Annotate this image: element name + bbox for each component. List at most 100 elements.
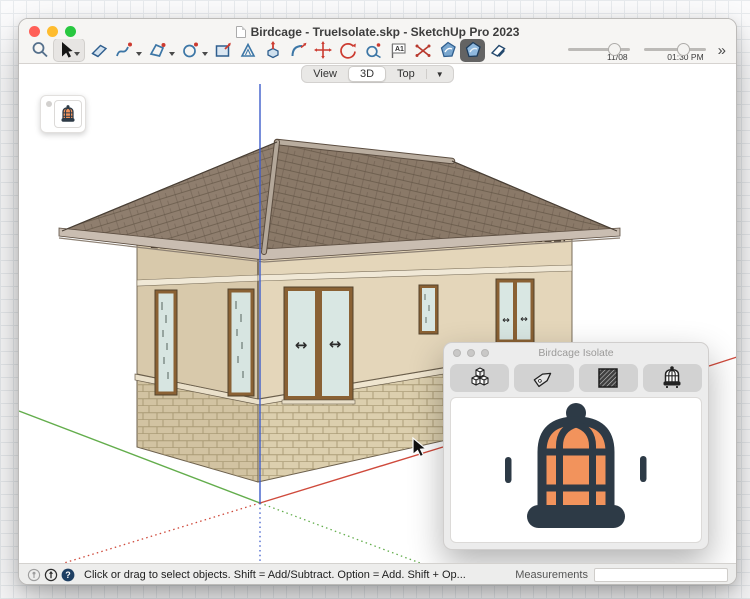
toolbar-right: 11/08 01:30 PM » [554, 39, 728, 62]
scene-tabs-bar: View 3D Top ▼ [19, 64, 736, 84]
panel-minimize-button[interactable] [467, 349, 475, 357]
birdcage-button-icon [659, 365, 685, 391]
paint-tool-button[interactable] [435, 39, 460, 62]
app-window: Birdcage - TrueIsolate.skp - SketchUp Pr… [18, 18, 737, 585]
close-button[interactable] [29, 26, 40, 37]
time-slider-knob[interactable] [677, 43, 690, 56]
move-icon [313, 40, 333, 60]
window-title: Birdcage - TrueIsolate.skp - SketchUp Pr… [251, 25, 520, 39]
components-button[interactable] [450, 364, 509, 392]
tab-dropdown[interactable]: ▼ [427, 66, 453, 82]
instructor-button[interactable] [44, 568, 58, 582]
window-title-row: Birdcage - TrueIsolate.skp - SketchUp Pr… [236, 25, 520, 39]
materials-button[interactable] [579, 364, 638, 392]
toolbar: A1 11/08 01:30 PM » [19, 39, 736, 64]
follow-me-tool-button[interactable] [285, 39, 310, 62]
document-icon [236, 26, 246, 38]
toolbar-overflow-button[interactable]: » [718, 42, 726, 59]
help-button[interactable]: ? [61, 568, 75, 582]
svg-text:↔: ↔ [329, 335, 342, 353]
panel-zoom-button[interactable] [481, 349, 489, 357]
panel-window-controls [453, 349, 489, 357]
tag-icon [531, 366, 557, 390]
search-icon [30, 40, 50, 60]
panel-button-row [444, 363, 708, 392]
push-pull-icon [263, 40, 283, 60]
scene-tabs: View 3D Top ▼ [301, 65, 453, 83]
geolocation-button[interactable] [27, 568, 41, 582]
zoom-button[interactable] [65, 26, 76, 37]
mini-toolbar-handle[interactable] [44, 99, 54, 129]
freehand-dropdown-caret[interactable] [136, 52, 142, 56]
rectangle-icon [213, 40, 233, 60]
eraser-tool-button[interactable] [86, 39, 111, 62]
tab-top[interactable]: Top [386, 66, 426, 82]
true-isolate-tool-button[interactable] [460, 39, 485, 62]
select-arrow-icon [56, 40, 74, 60]
offset-icon [238, 40, 258, 60]
circle-icon [180, 40, 200, 60]
mini-toolbar-dot [46, 101, 52, 107]
freehand-tool-button[interactable] [111, 39, 136, 62]
model-viewport[interactable]: ↔ ↔ ↔ ↔ [19, 84, 736, 563]
birdcage-illustration [473, 400, 679, 540]
time-slider-label: 01:30 PM [644, 52, 706, 62]
eraser-icon [89, 40, 109, 60]
svg-text:↔: ↔ [295, 336, 308, 354]
offset-tool-button[interactable] [235, 39, 260, 62]
date-slider-knob[interactable] [608, 43, 621, 56]
svg-text:?: ? [65, 570, 71, 580]
svg-text:↔: ↔ [502, 316, 510, 326]
panel-titlebar[interactable]: Birdcage Isolate [444, 343, 708, 363]
measurements-label: Measurements [515, 569, 588, 581]
birdcage-mini-toolbar[interactable] [40, 95, 86, 133]
select-dropdown-caret[interactable] [74, 52, 80, 56]
paint-icon [438, 40, 458, 60]
components-icon [467, 366, 493, 390]
rectangle-tool-button[interactable] [210, 39, 235, 62]
materials-icon [595, 366, 621, 390]
move-tool-button[interactable] [310, 39, 335, 62]
date-slider-track[interactable] [568, 48, 630, 51]
soften-edges-icon [488, 40, 508, 60]
hip-roof [59, 142, 620, 262]
birdcage-isolate-panel[interactable]: Birdcage Isolate [443, 342, 709, 550]
panel-close-button[interactable] [453, 349, 461, 357]
rotate-icon [338, 40, 358, 60]
birdcage-button[interactable] [643, 364, 702, 392]
select-tool-button[interactable] [53, 38, 85, 62]
text-tool-button[interactable]: A1 [385, 39, 410, 62]
status-hint: Click or drag to select objects. Shift =… [84, 569, 466, 581]
panel-title: Birdcage Isolate [538, 347, 613, 359]
circle-dropdown-caret[interactable] [202, 52, 208, 56]
axes-tool-button[interactable] [410, 39, 435, 62]
panel-preview-area [450, 397, 702, 543]
instructor-icon [44, 568, 58, 582]
time-slider-track[interactable] [644, 48, 706, 51]
shapes-dropdown-caret[interactable] [169, 52, 175, 56]
shapes-tool-button[interactable] [144, 39, 169, 62]
help-icon: ? [61, 568, 75, 582]
tab-view[interactable]: View [302, 66, 348, 82]
search-tool-button[interactable] [27, 39, 52, 62]
circle-tool-button[interactable] [177, 39, 202, 62]
rotate-tool-button[interactable] [335, 39, 360, 62]
axes-icon [413, 40, 433, 60]
text-icon: A1 [388, 40, 408, 60]
tag-button[interactable] [514, 364, 573, 392]
shadow-date-slider[interactable]: 11/08 [568, 39, 630, 62]
push-pull-tool-button[interactable] [260, 39, 285, 62]
minimize-button[interactable] [47, 26, 58, 37]
shadow-time-slider[interactable]: 01:30 PM [644, 39, 706, 62]
tape-measure-tool-button[interactable] [360, 39, 385, 62]
freehand-icon [114, 40, 134, 60]
statusbar: ? Click or drag to select objects. Shift… [19, 563, 736, 585]
measurements-input[interactable] [594, 568, 728, 582]
tab-3d[interactable]: 3D [348, 66, 386, 82]
geolocation-icon [27, 568, 41, 582]
birdcage-mini-button[interactable] [54, 100, 82, 128]
birdcage-mini-icon [58, 104, 78, 124]
tape-measure-icon [363, 40, 383, 60]
soften-edges-tool-button[interactable] [485, 39, 510, 62]
titlebar: Birdcage - TrueIsolate.skp - SketchUp Pr… [19, 19, 736, 39]
